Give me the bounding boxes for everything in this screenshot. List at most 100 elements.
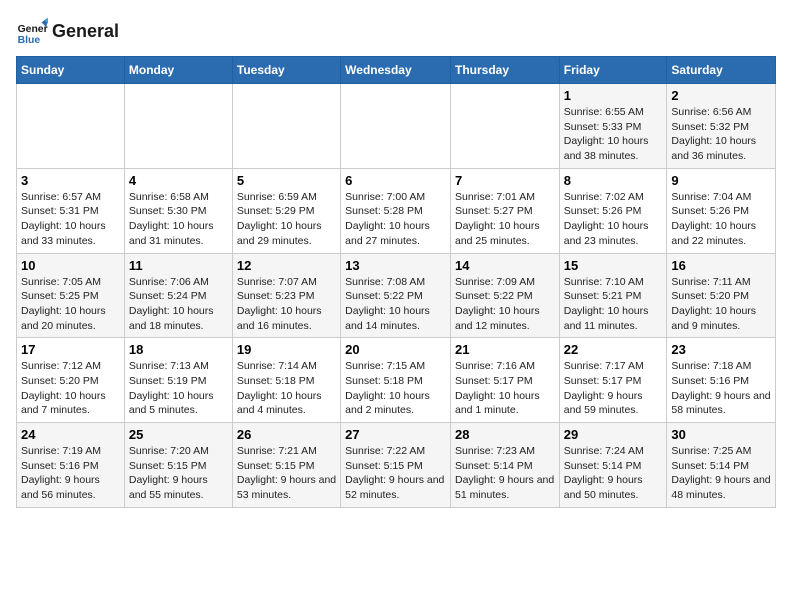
day-number: 23 — [671, 342, 771, 357]
day-number: 28 — [455, 427, 555, 442]
day-cell — [124, 84, 232, 169]
day-number: 21 — [455, 342, 555, 357]
svg-text:General: General — [18, 24, 48, 35]
logo: General Blue General — [16, 16, 119, 48]
day-cell — [450, 84, 559, 169]
day-number: 27 — [345, 427, 446, 442]
day-info: Sunrise: 7:18 AM Sunset: 5:16 PM Dayligh… — [671, 359, 771, 418]
day-number: 29 — [564, 427, 663, 442]
day-info: Sunrise: 7:07 AM Sunset: 5:23 PM Dayligh… — [237, 275, 336, 334]
day-info: Sunrise: 7:09 AM Sunset: 5:22 PM Dayligh… — [455, 275, 555, 334]
week-row-4: 17 Sunrise: 7:12 AM Sunset: 5:20 PM Dayli… — [17, 338, 776, 423]
day-number: 18 — [129, 342, 228, 357]
day-info: Sunrise: 7:10 AM Sunset: 5:21 PM Dayligh… — [564, 275, 663, 334]
day-info: Sunrise: 7:21 AM Sunset: 5:15 PM Dayligh… — [237, 444, 336, 503]
day-cell: 8 Sunrise: 7:02 AM Sunset: 5:26 PM Daylig… — [559, 168, 667, 253]
day-info: Sunrise: 7:25 AM Sunset: 5:14 PM Dayligh… — [671, 444, 771, 503]
day-number: 26 — [237, 427, 336, 442]
day-number: 4 — [129, 173, 228, 188]
day-info: Sunrise: 7:17 AM Sunset: 5:17 PM Dayligh… — [564, 359, 663, 418]
day-number: 30 — [671, 427, 771, 442]
day-info: Sunrise: 7:04 AM Sunset: 5:26 PM Dayligh… — [671, 190, 771, 249]
header-row: SundayMondayTuesdayWednesdayThursdayFrid… — [17, 57, 776, 84]
day-info: Sunrise: 7:20 AM Sunset: 5:15 PM Dayligh… — [129, 444, 228, 503]
day-number: 25 — [129, 427, 228, 442]
week-row-3: 10Sunrise: 7:05 AM Sunset: 5:25 PM Dayli… — [17, 253, 776, 338]
day-number: 9 — [671, 173, 771, 188]
day-number: 8 — [564, 173, 663, 188]
day-number: 7 — [455, 173, 555, 188]
calendar-table: SundayMondayTuesdayWednesdayThursdayFrid… — [16, 56, 776, 508]
day-cell: 13 Sunrise: 7:08 AM Sunset: 5:22 PM Dayli… — [341, 253, 451, 338]
day-number: 17 — [21, 342, 120, 357]
day-info: Sunrise: 6:55 AM Sunset: 5:33 PM Dayligh… — [564, 105, 663, 164]
svg-text:Blue: Blue — [18, 35, 41, 46]
day-cell: 15 Sunrise: 7:10 AM Sunset: 5:21 PM Dayli… — [559, 253, 667, 338]
day-cell: 28 Sunrise: 7:23 AM Sunset: 5:14 PM Dayli… — [450, 423, 559, 508]
day-cell: 22Sunrise: 7:17 AM Sunset: 5:17 PM Dayli… — [559, 338, 667, 423]
day-info: Sunrise: 7:11 AM Sunset: 5:20 PM Dayligh… — [671, 275, 771, 334]
day-cell: 19Sunrise: 7:14 AM Sunset: 5:18 PM Dayli… — [232, 338, 340, 423]
page-header: General Blue General — [16, 16, 776, 48]
day-info: Sunrise: 7:13 AM Sunset: 5:19 PM Dayligh… — [129, 359, 228, 418]
day-info: Sunrise: 7:19 AM Sunset: 5:16 PM Dayligh… — [21, 444, 120, 503]
day-cell: 1 Sunrise: 6:55 AM Sunset: 5:33 PM Daylig… — [559, 84, 667, 169]
day-info: Sunrise: 6:56 AM Sunset: 5:32 PM Dayligh… — [671, 105, 771, 164]
day-cell: 4 Sunrise: 6:58 AM Sunset: 5:30 PM Daylig… — [124, 168, 232, 253]
day-number: 3 — [21, 173, 120, 188]
day-cell: 30 Sunrise: 7:25 AM Sunset: 5:14 PM Dayli… — [667, 423, 776, 508]
day-info: Sunrise: 6:58 AM Sunset: 5:30 PM Dayligh… — [129, 190, 228, 249]
day-cell: 26 Sunrise: 7:21 AM Sunset: 5:15 PM Dayli… — [232, 423, 340, 508]
day-cell: 18 Sunrise: 7:13 AM Sunset: 5:19 PM Dayli… — [124, 338, 232, 423]
day-info: Sunrise: 7:06 AM Sunset: 5:24 PM Dayligh… — [129, 275, 228, 334]
day-cell: 27 Sunrise: 7:22 AM Sunset: 5:15 PM Dayli… — [341, 423, 451, 508]
day-info: Sunrise: 6:57 AM Sunset: 5:31 PM Dayligh… — [21, 190, 120, 249]
day-number: 13 — [345, 258, 446, 273]
header-day-wednesday: Wednesday — [341, 57, 451, 84]
day-cell: 24 Sunrise: 7:19 AM Sunset: 5:16 PM Dayli… — [17, 423, 125, 508]
day-info: Sunrise: 7:12 AM Sunset: 5:20 PM Dayligh… — [21, 359, 120, 418]
day-cell: 14Sunrise: 7:09 AM Sunset: 5:22 PM Dayli… — [450, 253, 559, 338]
week-row-1: 1 Sunrise: 6:55 AM Sunset: 5:33 PM Daylig… — [17, 84, 776, 169]
day-cell: 5 Sunrise: 6:59 AM Sunset: 5:29 PM Daylig… — [232, 168, 340, 253]
day-number: 24 — [21, 427, 120, 442]
logo-icon: General Blue — [16, 16, 48, 48]
day-info: Sunrise: 6:59 AM Sunset: 5:29 PM Dayligh… — [237, 190, 336, 249]
day-info: Sunrise: 7:00 AM Sunset: 5:28 PM Dayligh… — [345, 190, 446, 249]
day-cell: 23 Sunrise: 7:18 AM Sunset: 5:16 PM Dayli… — [667, 338, 776, 423]
week-row-2: 3 Sunrise: 6:57 AM Sunset: 5:31 PM Daylig… — [17, 168, 776, 253]
day-cell: 11Sunrise: 7:06 AM Sunset: 5:24 PM Dayli… — [124, 253, 232, 338]
day-cell: 12Sunrise: 7:07 AM Sunset: 5:23 PM Dayli… — [232, 253, 340, 338]
day-info: Sunrise: 7:02 AM Sunset: 5:26 PM Dayligh… — [564, 190, 663, 249]
day-info: Sunrise: 7:15 AM Sunset: 5:18 PM Dayligh… — [345, 359, 446, 418]
day-info: Sunrise: 7:14 AM Sunset: 5:18 PM Dayligh… — [237, 359, 336, 418]
day-cell: 9 Sunrise: 7:04 AM Sunset: 5:26 PM Daylig… — [667, 168, 776, 253]
day-info: Sunrise: 7:05 AM Sunset: 5:25 PM Dayligh… — [21, 275, 120, 334]
day-number: 2 — [671, 88, 771, 103]
week-row-5: 24 Sunrise: 7:19 AM Sunset: 5:16 PM Dayli… — [17, 423, 776, 508]
day-cell: 25 Sunrise: 7:20 AM Sunset: 5:15 PM Dayli… — [124, 423, 232, 508]
day-cell: 3 Sunrise: 6:57 AM Sunset: 5:31 PM Daylig… — [17, 168, 125, 253]
day-cell: 21 Sunrise: 7:16 AM Sunset: 5:17 PM Dayli… — [450, 338, 559, 423]
day-number: 1 — [564, 88, 663, 103]
day-info: Sunrise: 7:23 AM Sunset: 5:14 PM Dayligh… — [455, 444, 555, 503]
day-cell: 2 Sunrise: 6:56 AM Sunset: 5:32 PM Daylig… — [667, 84, 776, 169]
day-cell: 10Sunrise: 7:05 AM Sunset: 5:25 PM Dayli… — [17, 253, 125, 338]
day-cell: 16Sunrise: 7:11 AM Sunset: 5:20 PM Dayli… — [667, 253, 776, 338]
calendar-body: 1 Sunrise: 6:55 AM Sunset: 5:33 PM Daylig… — [17, 84, 776, 508]
day-number: 5 — [237, 173, 336, 188]
day-info: Sunrise: 7:08 AM Sunset: 5:22 PM Dayligh… — [345, 275, 446, 334]
day-cell: 6 Sunrise: 7:00 AM Sunset: 5:28 PM Daylig… — [341, 168, 451, 253]
day-info: Sunrise: 7:01 AM Sunset: 5:27 PM Dayligh… — [455, 190, 555, 249]
day-info: Sunrise: 7:16 AM Sunset: 5:17 PM Dayligh… — [455, 359, 555, 418]
day-info: Sunrise: 7:22 AM Sunset: 5:15 PM Dayligh… — [345, 444, 446, 503]
day-number: 15 — [564, 258, 663, 273]
day-cell: 20 Sunrise: 7:15 AM Sunset: 5:18 PM Dayli… — [341, 338, 451, 423]
header-day-saturday: Saturday — [667, 57, 776, 84]
day-cell — [17, 84, 125, 169]
day-number: 6 — [345, 173, 446, 188]
header-day-friday: Friday — [559, 57, 667, 84]
day-cell: 29Sunrise: 7:24 AM Sunset: 5:14 PM Dayli… — [559, 423, 667, 508]
day-number: 20 — [345, 342, 446, 357]
day-cell: 7 Sunrise: 7:01 AM Sunset: 5:27 PM Daylig… — [450, 168, 559, 253]
